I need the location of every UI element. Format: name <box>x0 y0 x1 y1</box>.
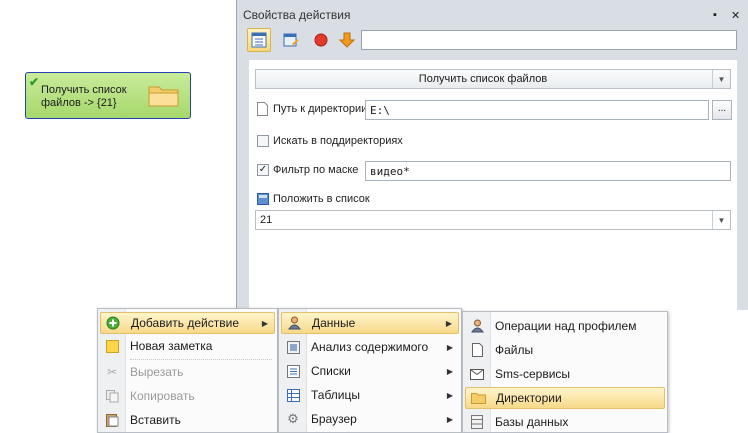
node-label-line2: файлов -> {21} <box>41 97 117 109</box>
menu-item-add-action[interactable]: Добавить действие ▶ <box>100 312 275 334</box>
properties-window: Свойства действия ▪ ✕ Получить список фа… <box>236 0 748 310</box>
menu-item-tables[interactable]: Таблицы ▶ <box>281 384 459 406</box>
menu-item-label: Базы данных <box>495 415 569 429</box>
database-icon <box>465 412 489 432</box>
copy-icon <box>100 386 124 406</box>
list-icon <box>257 193 269 208</box>
folder-icon <box>466 388 490 408</box>
cut-icon: ✂ <box>106 365 118 379</box>
menu-item-label: Вырезать <box>130 365 184 379</box>
paste-icon <box>100 410 124 430</box>
envelope-icon <box>465 364 489 384</box>
submenu-arrow-icon: ▶ <box>446 414 453 424</box>
file-icon <box>465 340 489 360</box>
chevron-down-icon[interactable]: ▼ <box>712 70 730 88</box>
menu-item-label: Данные <box>312 316 356 330</box>
menu-item-label: Списки <box>311 364 351 378</box>
menu-item-paste[interactable]: Вставить <box>100 409 275 431</box>
arrow-down-icon[interactable] <box>335 28 359 52</box>
list-icon <box>281 361 305 381</box>
menu-item-new-note[interactable]: Новая заметка <box>100 335 275 357</box>
subdirs-label: Искать в поддиректориях <box>273 135 403 147</box>
action-node[interactable]: ✔ Получить список файлов -> {21} <box>25 72 191 119</box>
menu-item-label: Добавить действие <box>131 316 239 330</box>
menu-item-files[interactable]: Файлы <box>465 339 665 361</box>
list-combo[interactable]: 21 ▼ <box>255 210 731 230</box>
node-label-line1: Получить список <box>41 84 127 96</box>
check-icon: ✔ <box>29 75 40 89</box>
submenu-arrow-icon: ▶ <box>446 390 453 400</box>
pin-icon[interactable]: ▪ <box>713 9 717 21</box>
menu-item-directories[interactable]: Директории <box>465 387 665 409</box>
user-icon <box>465 316 489 336</box>
menu-item-profile-operations[interactable]: Операции над профилем <box>465 315 665 337</box>
file-icon <box>257 102 268 119</box>
menu-item-browser[interactable]: ⚙ Браузер ▶ <box>281 408 459 430</box>
menu-item-label: Директории <box>496 391 562 405</box>
submenu-arrow-icon: ▶ <box>446 366 453 376</box>
menu-item-label: Копировать <box>130 389 195 403</box>
submenu-categories: Данные ▶ Анализ содержимого ▶ Списки ▶ Т… <box>278 308 462 433</box>
menu-item-label: Вставить <box>130 413 181 427</box>
properties-icon[interactable] <box>247 28 271 52</box>
add-icon <box>101 313 125 333</box>
menu-item-lists[interactable]: Списки ▶ <box>281 360 459 382</box>
properties-panel: Получить список файлов ▼ Путь к директор… <box>249 60 737 310</box>
close-icon[interactable]: ✕ <box>731 9 740 22</box>
window-right-edge <box>737 56 747 310</box>
subdirs-checkbox[interactable] <box>257 135 269 147</box>
menu-item-data[interactable]: Данные ▶ <box>281 312 459 334</box>
submenu-arrow-icon: ▶ <box>445 318 452 328</box>
menu-item-databases[interactable]: Базы данных <box>465 411 665 433</box>
mask-input[interactable]: видео* <box>365 161 731 181</box>
menu-item-sms-services[interactable]: Sms-сервисы <box>465 363 665 385</box>
window-titlebar: Свойства действия ▪ ✕ <box>237 0 747 26</box>
submenu-arrow-icon: ▶ <box>446 342 453 352</box>
edit-icon[interactable] <box>279 28 303 52</box>
menu-item-label: Браузер <box>311 412 357 426</box>
mask-checkbox[interactable]: ✓ <box>257 164 269 176</box>
dir-path-label: Путь к директории <box>273 103 368 115</box>
submenu-arrow-icon: ▶ <box>261 318 268 328</box>
menu-item-label: Файлы <box>495 343 534 357</box>
mask-label: Фильтр по маске <box>273 164 359 176</box>
user-icon <box>282 313 306 333</box>
record-icon[interactable] <box>309 28 333 52</box>
menu-item-label: Новая заметка <box>130 339 213 353</box>
context-menu: Добавить действие ▶ Новая заметка ✂ Выре… <box>97 308 278 433</box>
menu-item-label: Sms-сервисы <box>495 367 571 381</box>
browse-button[interactable]: ... <box>712 100 732 120</box>
list-value: 21 <box>260 214 273 226</box>
gear-icon: ⚙ <box>287 411 299 426</box>
action-name-input[interactable] <box>361 30 737 50</box>
folder-icon <box>148 83 180 110</box>
menu-item-cut[interactable]: ✂ Вырезать <box>100 361 275 383</box>
window-title: Свойства действия <box>243 8 351 22</box>
table-icon <box>281 385 305 405</box>
menu-item-label: Таблицы <box>311 388 361 402</box>
node-label: Получить список файлов -> {21} <box>41 84 151 110</box>
menu-item-copy[interactable]: Копировать <box>100 385 275 407</box>
dir-path-input[interactable]: E:\ <box>365 100 709 120</box>
list-label: Положить в список <box>273 193 370 205</box>
chevron-down-icon[interactable]: ▼ <box>712 211 730 229</box>
analysis-icon <box>281 337 305 357</box>
note-icon <box>100 336 124 356</box>
menu-item-label: Анализ содержимого <box>311 340 429 354</box>
submenu-data: Операции над профилем Файлы Sms-сервисы … <box>462 311 668 433</box>
action-type-value: Получить список файлов <box>418 73 548 85</box>
menu-item-content-analysis[interactable]: Анализ содержимого ▶ <box>281 336 459 358</box>
action-type-combo[interactable]: Получить список файлов ▼ <box>255 69 731 89</box>
menu-item-label: Операции над профилем <box>495 319 637 333</box>
